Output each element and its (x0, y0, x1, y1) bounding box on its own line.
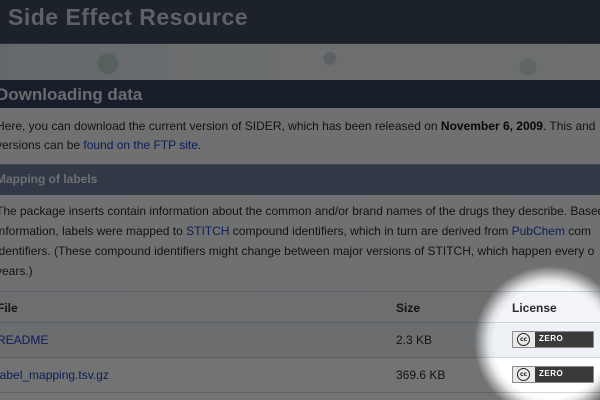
intro-text: Here, you can download the current versi… (0, 119, 441, 133)
table-row: README 2.3 KB cc ZERO (0, 323, 600, 358)
intro-text: . (197, 138, 202, 152)
cc-zero-license-badge[interactable]: cc ZERO (512, 331, 594, 348)
intro-line-2: versions can be found on the FTP site. (0, 138, 201, 152)
badge-icon-area: cc (513, 332, 535, 347)
creative-commons-icon: cc (517, 368, 530, 381)
file-link-readme[interactable]: README (0, 333, 48, 347)
cc-zero-license-badge[interactable]: cc ZERO (512, 366, 594, 383)
mapping-line-4: years.) (0, 264, 33, 278)
table-row: label_mapping.tsv.gz 369.6 KB cc ZERO (0, 358, 600, 393)
intro-text: versions can be (0, 138, 84, 152)
mapping-of-labels-heading: Mapping of labels (0, 172, 98, 186)
intro-line-1: Here, you can download the current versi… (0, 119, 595, 133)
release-date: November 6, 2009 (440, 119, 543, 133)
intro-paragraph: Here, you can download the current versi… (0, 108, 600, 164)
section-heading: Downloading data (0, 80, 600, 109)
table-header: File Size License (0, 291, 600, 323)
mapping-line-2: information, labels were mapped to STITC… (0, 224, 591, 238)
mapping-text: compound identifiers, which in turn are … (229, 224, 512, 238)
intro-text: . This and (542, 119, 596, 133)
ftp-site-link[interactable]: found on the FTP site (83, 138, 198, 152)
mapping-subheading: Mapping of labels (0, 164, 600, 196)
file-size: 2.3 KB (396, 333, 433, 347)
downloading-data-heading: Downloading data (0, 85, 143, 104)
file-size: 369.6 KB (396, 368, 446, 382)
badge-icon-area: cc (513, 367, 535, 382)
file-link-label-mapping[interactable]: label_mapping.tsv.gz (0, 368, 109, 382)
site-title[interactable]: Side Effect Resource (8, 4, 248, 31)
header-banner-image (0, 44, 600, 80)
column-header-file: File (0, 301, 18, 315)
mapping-line-1: The package inserts contain information … (0, 204, 600, 218)
pubchem-link[interactable]: PubChem (512, 224, 565, 238)
downloads-table: File Size License README 2.3 KB cc ZERO … (0, 291, 600, 400)
stitch-link[interactable]: STITCH (186, 224, 229, 238)
page: Side Effect Resource Downloading data He… (0, 0, 600, 400)
license-label: ZERO (539, 334, 564, 343)
mapping-paragraph: The package inserts contain information … (0, 195, 600, 291)
site-header: Side Effect Resource (0, 0, 600, 44)
creative-commons-icon: cc (517, 333, 530, 346)
column-header-license: License (512, 301, 557, 315)
mapping-line-3: identifiers. (These compound identifiers… (0, 244, 595, 258)
license-label: ZERO (539, 369, 564, 378)
column-header-size: Size (396, 301, 421, 315)
mapping-text: com (564, 224, 591, 238)
mapping-text: information, labels were mapped to (0, 224, 187, 238)
